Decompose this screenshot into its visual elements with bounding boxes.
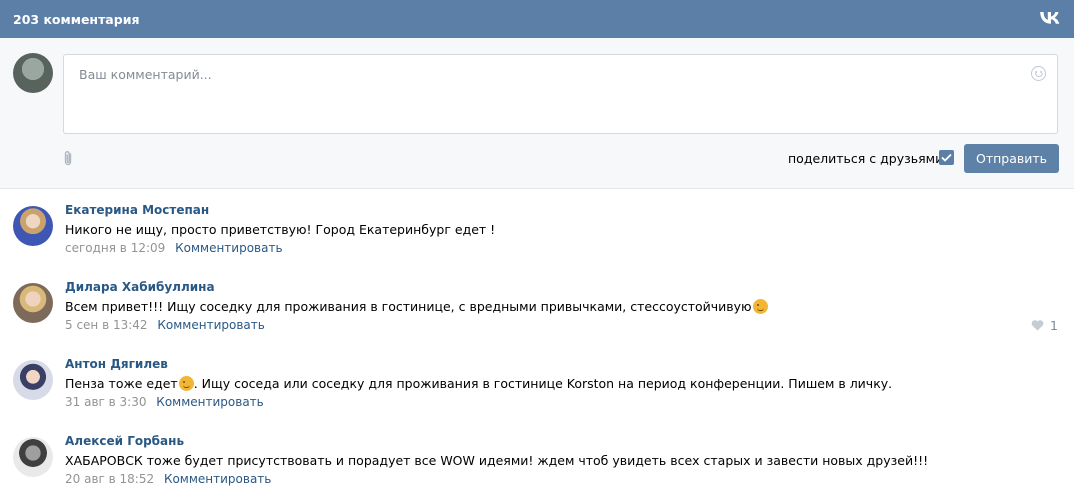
wink-emoji-icon [178, 376, 194, 391]
heart-icon [1031, 320, 1044, 331]
comment-text-part2: . Ищу соседа или соседку для проживания … [193, 376, 893, 391]
comment-author-link[interactable]: Антон Дягилев [65, 357, 168, 371]
comment-item: Антон Дягилев Пенза тоже едет . Ищу сосед… [0, 343, 1074, 420]
comment-time[interactable]: 20 авг в 18:52 [65, 472, 154, 486]
comment-time[interactable]: сегодня в 12:09 [65, 241, 165, 255]
current-user-avatar[interactable] [13, 53, 53, 93]
share-with-friends-label[interactable]: поделиться с друзьями [788, 151, 943, 166]
comment-box [63, 54, 1058, 134]
avatar[interactable] [13, 360, 53, 400]
avatar[interactable] [13, 437, 53, 477]
reply-link[interactable]: Комментировать [156, 395, 263, 409]
comment-composer: поделиться с друзьями Отправить [0, 38, 1074, 189]
comment-author-link[interactable]: Алексей Горбань [65, 434, 184, 448]
like-count: 1 [1050, 318, 1058, 333]
reply-link[interactable]: Комментировать [157, 318, 264, 332]
comments-count-title: 203 комментария [13, 11, 140, 27]
comment-item: Екатерина Мостепан Никого не ищу, просто… [0, 189, 1074, 266]
reply-link[interactable]: Комментировать [164, 472, 271, 486]
like-button[interactable]: 1 [1031, 318, 1058, 333]
comment-text-part1: Пенза тоже едет [65, 376, 178, 391]
comment-input[interactable] [64, 55, 1057, 133]
comment-meta: 5 сен в 13:42 Комментировать [65, 318, 265, 332]
reply-link[interactable]: Комментировать [175, 241, 282, 255]
paperclip-attach-icon[interactable] [62, 150, 74, 170]
comment-text: Никого не ищу, просто приветствую! Город… [65, 222, 496, 237]
comment-text-wrap: Всем привет!!! Ищу соседку для проживани… [65, 299, 768, 314]
comment-item: Алексей Горбань ХАБАРОВСК тоже будет при… [0, 420, 1074, 497]
comment-item: Дилара Хабибуллина Всем привет!!! Ищу со… [0, 266, 1074, 343]
comment-time[interactable]: 5 сен в 13:42 [65, 318, 148, 332]
comment-text-wrap: Пенза тоже едет . Ищу соседа или соседку … [65, 376, 892, 391]
comment-meta: 31 авг в 3:30 Комментировать [65, 395, 264, 409]
send-button[interactable]: Отправить [964, 144, 1059, 173]
emoji-smile-icon[interactable] [1031, 66, 1046, 81]
comment-meta: сегодня в 12:09 Комментировать [65, 241, 283, 255]
comment-time[interactable]: 31 авг в 3:30 [65, 395, 146, 409]
wink-emoji-icon [752, 299, 768, 314]
comment-text: ХАБАРОВСК тоже будет присутствовать и по… [65, 453, 929, 468]
comment-meta: 20 авг в 18:52 Комментировать [65, 472, 271, 486]
vk-logo-icon[interactable] [1040, 10, 1060, 28]
checkmark-icon [941, 153, 952, 162]
avatar[interactable] [13, 206, 53, 246]
comments-widget: 203 комментария поделиться с друзьями От… [0, 0, 1074, 498]
widget-header: 203 комментария [0, 0, 1074, 38]
share-with-friends-checkbox[interactable] [939, 150, 954, 165]
comment-author-link[interactable]: Дилара Хабибуллина [65, 280, 215, 294]
avatar[interactable] [13, 283, 53, 323]
comment-text: Всем привет!!! Ищу соседку для проживани… [65, 299, 752, 314]
comment-author-link[interactable]: Екатерина Мостепан [65, 203, 209, 217]
